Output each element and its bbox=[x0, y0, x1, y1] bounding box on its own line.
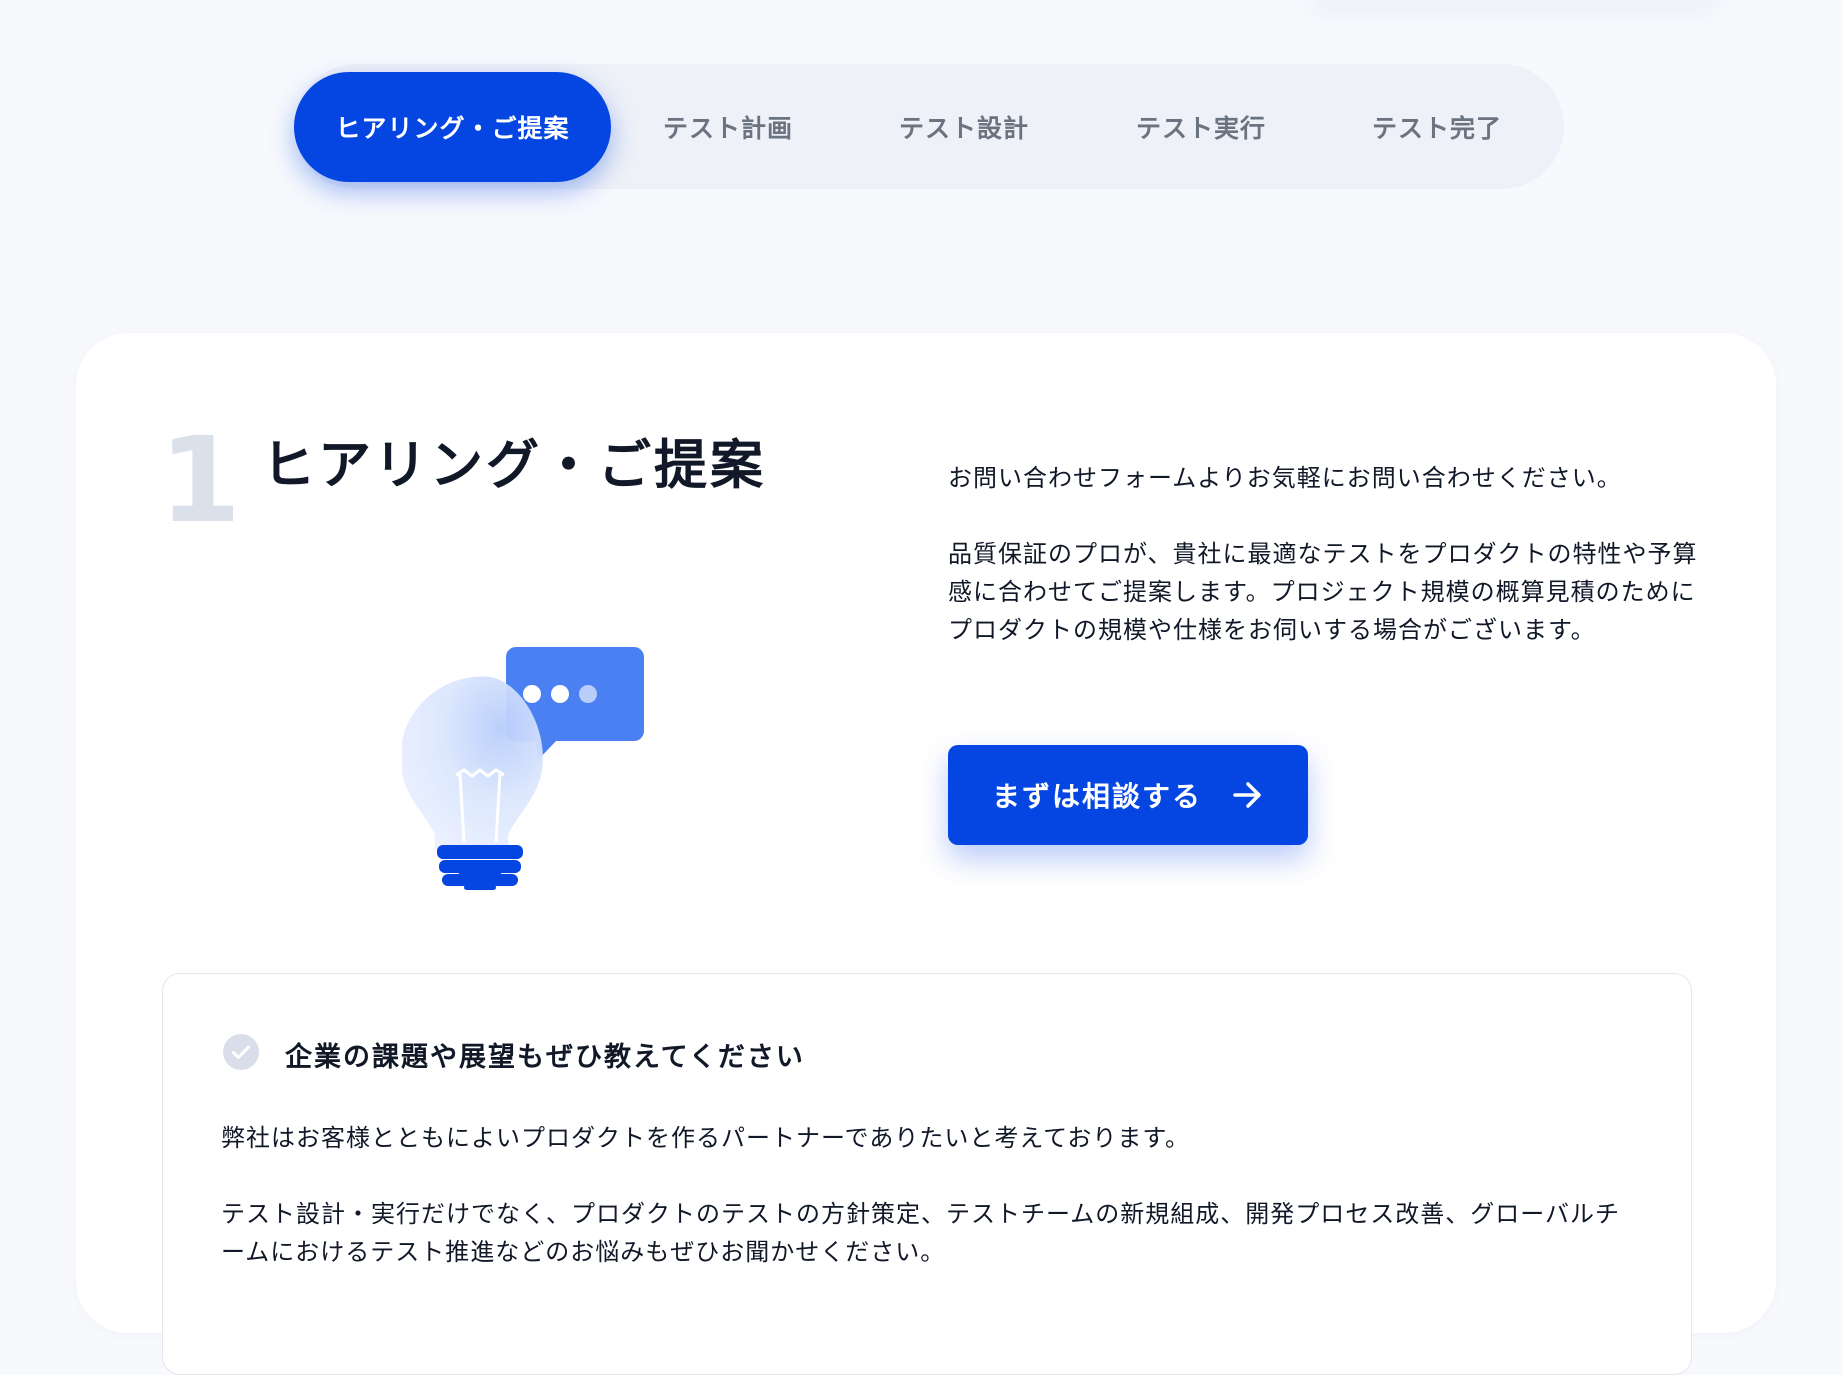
process-step-tabs: ヒアリング・ご提案 テスト計画 テスト設計 テスト実行 テスト完了 bbox=[294, 64, 1564, 189]
panel-paragraph: 弊社はお客様とともによいプロダクトを作るパートナーでありたいと考えております。 bbox=[221, 1124, 1190, 1152]
tab-test-execution[interactable]: テスト実行 bbox=[1083, 72, 1319, 182]
tab-test-plan[interactable]: テスト計画 bbox=[611, 72, 845, 182]
header-shadow bbox=[1303, 0, 1723, 20]
step-card: 1 ヒアリング・ご提案 お問い合わせフォームよりお気軽にお問い合わせください。 … bbox=[76, 333, 1776, 1375]
arrow-right-icon bbox=[1232, 780, 1264, 810]
info-panel: 企業の課題や展望もぜひ教えてください 弊社はお客様とともによいプロダクトを作るパ… bbox=[162, 973, 1692, 1375]
step-description: お問い合わせフォームよりお気軽にお問い合わせください。 品質保証のプロが、貴社に… bbox=[948, 459, 1708, 687]
consult-button-label: まずは相談する bbox=[991, 780, 1202, 813]
tab-test-design[interactable]: テスト設計 bbox=[845, 72, 1083, 182]
panel-body: 弊社はお客様とともによいプロダクトを作るパートナーでありたいと考えております。 … bbox=[221, 1119, 1641, 1309]
description-paragraph: お問い合わせフォームよりお気軽にお問い合わせください。 bbox=[948, 464, 1622, 492]
step-number: 1 bbox=[159, 411, 242, 549]
step-title: ヒアリング・ご提案 bbox=[262, 435, 766, 496]
panel-title: 企業の課題や展望もぜひ教えてください bbox=[285, 1041, 805, 1073]
description-paragraph: 品質保証のプロが、貴社に最適なテストをプロダクトの特性や予算感に合わせてご提案し… bbox=[948, 540, 1698, 644]
tab-test-completion[interactable]: テスト完了 bbox=[1319, 72, 1555, 182]
lightbulb-chat-icon bbox=[400, 610, 662, 890]
panel-header: 企業の課題や展望もぜひ教えてください bbox=[223, 1034, 805, 1074]
panel-paragraph: テスト設計・実行だけでなく、プロダクトのテストの方針策定、テストチームの新規組成… bbox=[221, 1200, 1621, 1266]
check-circle-icon bbox=[223, 1034, 259, 1074]
consult-button[interactable]: まずは相談する bbox=[948, 745, 1308, 845]
tab-hearing-proposal[interactable]: ヒアリング・ご提案 bbox=[294, 71, 611, 182]
